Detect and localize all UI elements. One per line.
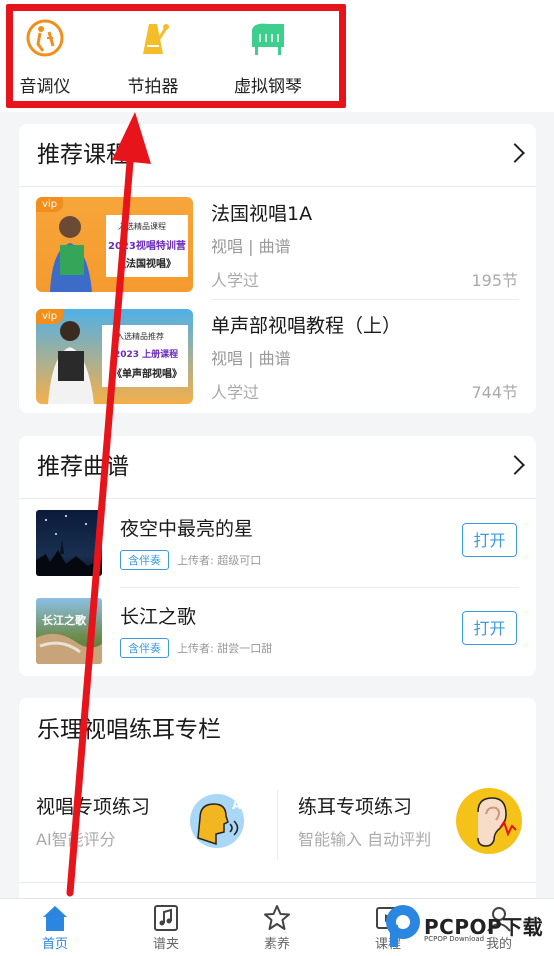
practice-title: 视唱专项练习 [36, 796, 151, 818]
open-button[interactable]: 打开 [462, 523, 517, 557]
score-title: 夜空中最亮的星 [120, 518, 254, 540]
star-icon [264, 905, 290, 930]
thumb-text: 长江之歌 [42, 614, 86, 627]
ear-icon [456, 788, 522, 854]
recommended-courses-card: 推荐课程 vip 入选精品课程 2023视唱特训营 《法国视唱》 法国视唱1A … [19, 124, 536, 413]
chevron-right-icon[interactable] [505, 143, 525, 163]
course-lesson-count: 744节 [471, 383, 518, 402]
divider [120, 587, 519, 588]
section-title: 乐理视唱练耳专栏 [37, 717, 221, 743]
thumb-text: 《单声部视唱》 [112, 369, 182, 380]
course-thumbnail: vip 入选精品课程 2023视唱特训营 《法国视唱》 [36, 197, 193, 292]
tab-label: 谱夹 [152, 937, 179, 952]
practice-subtitle: AI智能评分 [36, 830, 116, 849]
section-title: 推荐课程 [37, 142, 129, 168]
note-badge: A3 [232, 798, 250, 812]
vip-badge: vip [36, 197, 64, 212]
course-tags: 视唱 | 曲谱 [211, 237, 291, 256]
divider [19, 186, 536, 187]
score-item[interactable]: 长江之歌 长江之歌 含伴奏 上传者: 甜尝一口甜 打开 [36, 598, 518, 686]
course-thumbnail: vip 入选精品推荐 2023 上册课程 《单声部视唱》 [36, 309, 193, 404]
recommended-scores-card: 推荐曲谱 夜空中最亮的星 含伴奏 上传者: 超级可口 打开 长江之歌 长江之歌 … [19, 436, 536, 676]
tool-bar: 音调仪 节拍器 虚拟钢琴 [0, 0, 554, 112]
divider [19, 498, 536, 499]
tab-label: 素养 [263, 937, 290, 952]
thumb-text: 入选精品推荐 [116, 332, 164, 341]
vip-badge: vip [36, 309, 64, 324]
tab-score-folder[interactable]: 谱夹 [111, 899, 221, 956]
course-item[interactable]: vip 入选精品推荐 2023 上册课程 《单声部视唱》 单声部视唱教程（上） … [36, 309, 518, 421]
thumb-text: 2023视唱特训营 [108, 241, 186, 252]
ear-training-card: 乐理视唱练耳专栏 视唱专项练习 AI智能评分 A3 练耳专项练习 智能输入 自动… [19, 698, 536, 898]
watermark: PCPOP下载 PCPOP Download [382, 899, 554, 955]
tab-home[interactable]: 首页 [0, 899, 110, 956]
ear-training-practice[interactable]: 练耳专项练习 智能输入 自动评判 [278, 776, 536, 876]
course-learners: 人学过 [211, 383, 260, 402]
watermark-sub: PCPOP Download [424, 935, 485, 943]
thumb-text: 2023 上册课程 [114, 350, 179, 360]
course-title: 法国视唱1A [211, 203, 313, 225]
course-tags: 视唱 | 曲谱 [211, 349, 291, 368]
score-title: 长江之歌 [120, 606, 197, 628]
tab-label: 首页 [41, 937, 68, 952]
tab-literacy[interactable]: 素养 [222, 899, 332, 956]
sight-singing-practice[interactable]: 视唱专项练习 AI智能评分 A3 [19, 776, 277, 876]
thumb-text: 入选精品课程 [118, 222, 166, 231]
course-lesson-count: 195节 [471, 271, 518, 290]
annotation-highlight-box [6, 4, 346, 108]
chevron-right-icon[interactable] [505, 455, 525, 475]
practice-title: 练耳专项练习 [298, 796, 413, 818]
score-item[interactable]: 夜空中最亮的星 含伴奏 上传者: 超级可口 打开 [36, 510, 518, 598]
thumb-text: 《法国视唱》 [116, 259, 176, 270]
score-uploader: 上传者: 超级可口 [177, 554, 262, 567]
accompaniment-badge: 含伴奏 [120, 550, 169, 570]
open-button[interactable]: 打开 [462, 611, 517, 645]
divider [19, 882, 536, 883]
course-item[interactable]: vip 入选精品课程 2023视唱特训营 《法国视唱》 法国视唱1A 视唱 | … [36, 197, 518, 309]
section-title: 推荐曲谱 [37, 454, 129, 480]
course-learners: 人学过 [211, 271, 260, 290]
score-uploader: 上传者: 甜尝一口甜 [177, 642, 273, 655]
score-folder-icon [154, 905, 178, 931]
watermark-logo-icon [386, 905, 420, 947]
practice-subtitle: 智能输入 自动评判 [298, 830, 432, 849]
divider [212, 299, 519, 300]
score-thumbnail: 长江之歌 [36, 598, 102, 664]
home-icon [43, 906, 67, 931]
score-thumbnail [36, 510, 102, 576]
course-title: 单声部视唱教程（上） [211, 315, 402, 337]
accompaniment-badge: 含伴奏 [120, 638, 169, 658]
